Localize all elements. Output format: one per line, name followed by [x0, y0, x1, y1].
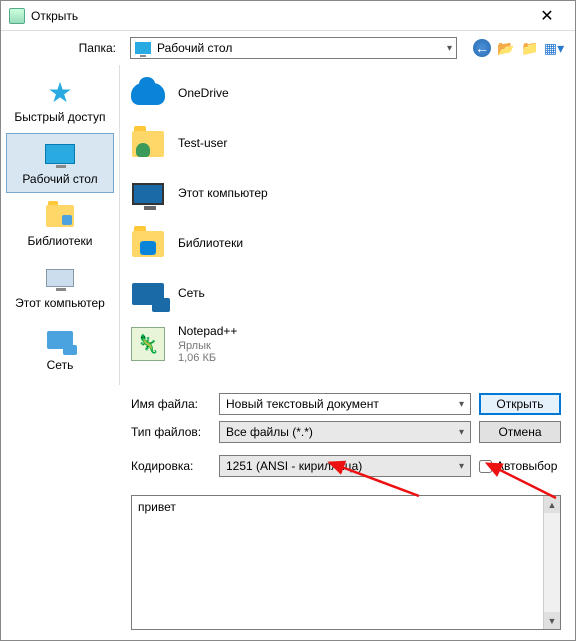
preview-box[interactable]: привет ▲ ▼ — [131, 495, 561, 630]
back-icon[interactable]: ← — [473, 39, 491, 57]
monitor-icon — [45, 144, 75, 164]
file-item-network[interactable]: Сеть — [120, 269, 575, 319]
notepadpp-icon: 🦎 — [131, 327, 165, 361]
dialog-title: Открыть — [31, 9, 527, 23]
filename-label: Имя файла: — [131, 397, 211, 411]
scrollbar[interactable]: ▲ ▼ — [543, 496, 560, 629]
file-size: 1,06 КБ — [178, 352, 237, 364]
file-item-user[interactable]: Test-user — [120, 119, 575, 169]
toolbar-icons: ← 📂 📁 ▦▾ — [473, 39, 563, 57]
new-folder-icon[interactable]: 📁 — [521, 39, 539, 57]
sidebar-item-quickaccess[interactable]: ★ Быстрый доступ — [6, 71, 114, 131]
libraries-folder-icon — [132, 231, 164, 257]
file-label: Notepad++ — [178, 324, 237, 340]
folder-label: Папка: — [71, 41, 116, 55]
scroll-up-icon[interactable]: ▲ — [544, 496, 560, 513]
encoding-value: 1251 (ANSI - кириллица) — [226, 459, 362, 473]
chevron-down-icon: ▾ — [459, 399, 464, 410]
scroll-down-icon[interactable]: ▼ — [544, 612, 560, 629]
file-sublabel: Ярлык — [178, 340, 237, 352]
main-area: ★ Быстрый доступ Рабочий стол Библиотеки… — [1, 65, 575, 385]
sidebar-item-desktop[interactable]: Рабочий стол — [6, 133, 114, 193]
folder-value: Рабочий стол — [157, 41, 232, 55]
file-label: Библиотеки — [178, 236, 243, 252]
folder-row: Папка: Рабочий стол ▾ ← 📂 📁 ▦▾ — [1, 31, 575, 65]
filetype-combo[interactable]: Все файлы (*.*) ▾ — [219, 421, 471, 443]
pc-icon — [46, 269, 74, 287]
network-icon — [47, 331, 73, 349]
chevron-down-icon: ▾ — [447, 43, 452, 54]
onedrive-icon — [131, 83, 165, 105]
up-folder-icon[interactable]: 📂 — [497, 39, 515, 57]
user-folder-icon — [132, 131, 164, 157]
preview-text: привет — [138, 500, 176, 514]
sidebar-item-thispc[interactable]: Этот компьютер — [6, 257, 114, 317]
star-icon: ★ — [47, 76, 72, 109]
file-label: Этот компьютер — [178, 186, 268, 202]
encoding-combo[interactable]: 1251 (ANSI - кириллица) ▾ — [219, 455, 471, 477]
cancel-button[interactable]: Отмена — [479, 421, 561, 443]
file-label: OneDrive — [178, 86, 229, 102]
titlebar: Открыть ✕ — [1, 1, 575, 31]
file-label: Test-user — [178, 136, 227, 152]
file-label: Сеть — [178, 286, 205, 302]
file-list[interactable]: OneDrive Test-user Этот компьютер Библио… — [119, 65, 575, 385]
chevron-down-icon: ▾ — [459, 461, 464, 472]
sidebar-label: Этот компьютер — [15, 296, 105, 310]
open-button[interactable]: Открыть — [479, 393, 561, 415]
places-sidebar: ★ Быстрый доступ Рабочий стол Библиотеки… — [1, 65, 119, 385]
desktop-icon — [135, 42, 151, 54]
chevron-down-icon: ▾ — [459, 427, 464, 438]
filetype-label: Тип файлов: — [131, 425, 211, 439]
app-icon — [9, 8, 25, 24]
close-button[interactable]: ✕ — [527, 2, 567, 30]
autodetect-input[interactable] — [479, 460, 492, 473]
sidebar-label: Быстрый доступ — [14, 110, 105, 124]
file-item-libraries[interactable]: Библиотеки — [120, 219, 575, 269]
sidebar-item-libraries[interactable]: Библиотеки — [6, 195, 114, 255]
sidebar-label: Рабочий стол — [22, 172, 97, 186]
autodetect-label: Автовыбор — [496, 459, 557, 473]
sidebar-label: Библиотеки — [27, 234, 92, 248]
filename-value: Новый текстовый документ — [226, 397, 379, 411]
encoding-label: Кодировка: — [131, 459, 211, 473]
filename-input[interactable]: Новый текстовый документ ▾ — [219, 393, 471, 415]
pc-icon — [132, 183, 164, 205]
network-pc-icon — [132, 283, 164, 305]
autodetect-checkbox[interactable]: Автовыбор — [479, 459, 561, 473]
view-menu-icon[interactable]: ▦▾ — [545, 39, 563, 57]
file-item-thispc[interactable]: Этот компьютер — [120, 169, 575, 219]
file-item-onedrive[interactable]: OneDrive — [120, 69, 575, 119]
sidebar-item-network[interactable]: Сеть — [6, 319, 114, 379]
libraries-icon — [46, 205, 74, 227]
filetype-value: Все файлы (*.*) — [226, 425, 313, 439]
sidebar-label: Сеть — [47, 358, 74, 372]
file-item-notepadpp[interactable]: 🦎 Notepad++ Ярлык 1,06 КБ — [120, 319, 575, 369]
folder-combo[interactable]: Рабочий стол ▾ — [130, 37, 457, 59]
bottom-panel: Имя файла: Новый текстовый документ ▾ От… — [1, 385, 575, 491]
